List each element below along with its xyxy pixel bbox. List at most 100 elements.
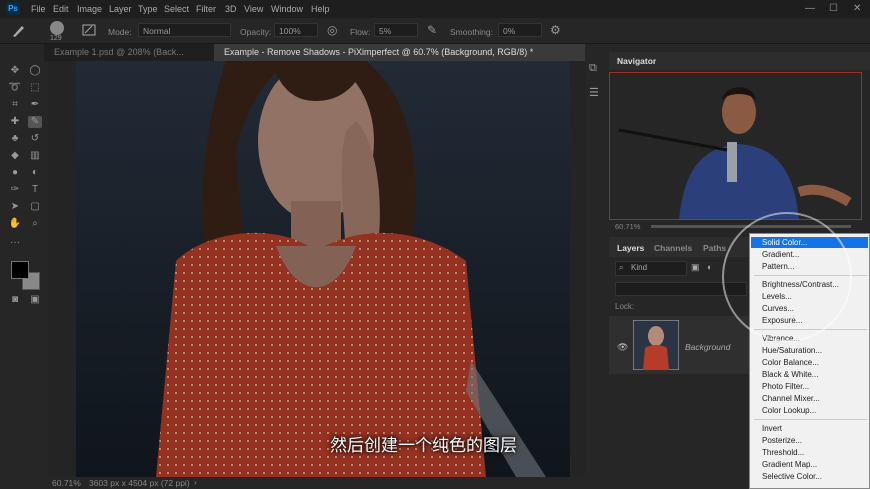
tab-paths[interactable]: Paths <box>703 243 726 253</box>
zoom-level[interactable]: 60.71% <box>52 478 81 488</box>
menu-item-exposure[interactable]: Exposure... <box>762 316 802 325</box>
menu-window[interactable]: Window <box>271 4 303 14</box>
tab-example-1[interactable]: Example 1.psd @ 208% (Back... <box>44 44 214 61</box>
maximize-icon[interactable]: ☐ <box>829 3 838 14</box>
navigator-tab[interactable]: Navigator <box>617 56 656 66</box>
tools-panel: ✥ ◯ ➰ ⬚ ⌗ ✒ ✚ ✎ ♣ ↺ ◆ ▥ ● ◐ ✑ T ➤ ▢ ✋ ⌕ … <box>0 61 48 305</box>
more-tools-icon[interactable]: ··· <box>8 237 22 249</box>
clone-stamp-tool-icon[interactable]: ♣ <box>8 133 22 145</box>
menu-item-threshold[interactable]: Threshold... <box>762 448 804 457</box>
brush-size: 129 <box>50 35 62 42</box>
menu-item-solid-color[interactable]: Solid Color... <box>762 238 807 247</box>
menu-item-posterize[interactable]: Posterize... <box>762 436 802 445</box>
document-canvas[interactable] <box>76 61 570 477</box>
opacity-field[interactable]: 100% <box>274 23 318 37</box>
menu-item-gradient[interactable]: Gradient... <box>762 250 799 259</box>
woman-photo-image <box>76 61 570 477</box>
presenter-preview-image <box>609 72 862 220</box>
menu-item-pattern[interactable]: Pattern... <box>762 262 794 271</box>
properties-panel-icon[interactable]: ☰ <box>589 86 599 99</box>
pen-tool-icon[interactable]: ✑ <box>8 184 22 196</box>
smoothing-label: Smoothing: <box>450 27 493 37</box>
layer-row-background[interactable]: 👁 Background <box>609 316 749 374</box>
gear-icon[interactable]: ⚙ <box>550 23 561 37</box>
path-select-tool-icon[interactable]: ➤ <box>8 201 22 213</box>
menu-separator <box>754 275 867 276</box>
foreground-color-swatch[interactable] <box>11 261 29 279</box>
flow-field[interactable]: 5% <box>374 23 418 37</box>
menu-view[interactable]: View <box>244 4 263 14</box>
brush-tool-icon[interactable] <box>10 23 26 37</box>
menu-item-hue-saturation[interactable]: Hue/Saturation... <box>762 346 822 355</box>
menu-item-curves[interactable]: Curves... <box>762 304 794 313</box>
menu-item-vibrance[interactable]: Vibrance... <box>762 334 800 343</box>
screen-mode-icon[interactable]: ▣ <box>28 294 42 306</box>
photoshop-logo-icon: Ps <box>6 2 20 15</box>
search-icon: ⌕ <box>619 263 624 272</box>
mode-select[interactable]: Normal <box>138 23 231 37</box>
brush-tool-icon[interactable]: ✎ <box>28 116 42 128</box>
brush-preview-icon[interactable] <box>50 21 64 35</box>
blur-tool-icon[interactable]: ● <box>8 167 22 179</box>
menu-3d[interactable]: 3D <box>225 4 237 14</box>
menu-edit[interactable]: Edit <box>53 4 69 14</box>
layer-name[interactable]: Background <box>685 342 730 352</box>
layer-thumbnail <box>633 320 679 370</box>
menu-item-color-balance[interactable]: Color Balance... <box>762 358 819 367</box>
document-tab-bar: Example 1.psd @ 208% (Back... Example - … <box>44 44 604 61</box>
menu-filter[interactable]: Filter <box>196 4 216 14</box>
lasso-tool-icon[interactable]: ➰ <box>8 82 22 94</box>
navigator-preview[interactable] <box>609 72 862 220</box>
layer-filter-select[interactable]: ⌕ Kind <box>615 261 687 276</box>
menu-layer[interactable]: Layer <box>109 4 132 14</box>
menu-item-color-lookup[interactable]: Color Lookup... <box>762 406 816 415</box>
blend-mode-select[interactable] <box>615 282 747 296</box>
close-icon[interactable]: ✕ <box>853 3 861 14</box>
object-select-tool-icon[interactable]: ⬚ <box>28 82 42 94</box>
status-menu-icon[interactable]: › <box>194 477 197 487</box>
hand-tool-icon[interactable]: ✋ <box>8 218 22 230</box>
menu-item-gradient-map[interactable]: Gradient Map... <box>762 460 817 469</box>
smoothing-field[interactable]: 0% <box>498 23 542 37</box>
tab-layers[interactable]: Layers <box>617 243 644 253</box>
adjustment-layer-menu: Solid Color... Gradient... Pattern... Br… <box>749 233 870 489</box>
visibility-eye-icon[interactable]: 👁 <box>617 342 628 353</box>
eraser-tool-icon[interactable]: ◆ <box>8 150 22 162</box>
brush-settings-icon[interactable] <box>82 23 96 37</box>
menu-type[interactable]: Type <box>138 4 158 14</box>
menu-item-levels[interactable]: Levels... <box>762 292 792 301</box>
history-panel-icon[interactable]: ⧉ <box>589 62 597 75</box>
move-tool-icon[interactable]: ✥ <box>8 65 22 77</box>
crop-tool-icon[interactable]: ⌗ <box>8 99 22 111</box>
menu-image[interactable]: Image <box>77 4 102 14</box>
zoom-tool-icon[interactable]: ⌕ <box>28 218 42 230</box>
eyedropper-tool-icon[interactable]: ✒ <box>28 99 42 111</box>
menu-item-photo-filter[interactable]: Photo Filter... <box>762 382 809 391</box>
tab-channels[interactable]: Channels <box>654 243 692 253</box>
navigator-zoom[interactable]: 60.71% <box>615 222 640 231</box>
menu-item-invert[interactable]: Invert <box>762 424 782 433</box>
menu-item-channel-mixer[interactable]: Channel Mixer... <box>762 394 820 403</box>
type-tool-icon[interactable]: T <box>28 184 42 196</box>
menu-item-brightness-contrast[interactable]: Brightness/Contrast... <box>762 280 839 289</box>
filter-adjustment-icon[interactable]: ◐ <box>707 262 712 272</box>
tab-remove-shadows[interactable]: Example - Remove Shadows - PiXimperfect … <box>214 44 604 61</box>
menu-help[interactable]: Help <box>311 4 330 14</box>
minimize-icon[interactable]: — <box>805 3 815 14</box>
gradient-tool-icon[interactable]: ▥ <box>28 150 42 162</box>
quick-mask-icon[interactable]: ◙ <box>8 294 22 306</box>
menu-select[interactable]: Select <box>164 4 189 14</box>
menu-item-black-white[interactable]: Black & White... <box>762 370 818 379</box>
shape-tool-icon[interactable]: ▢ <box>28 201 42 213</box>
video-subtitle: 然后创建一个纯色的图层 <box>330 436 517 456</box>
menu-item-selective-color[interactable]: Selective Color... <box>762 472 822 481</box>
healing-brush-tool-icon[interactable]: ✚ <box>8 116 22 128</box>
airbrush-icon[interactable]: ✎ <box>427 23 437 37</box>
navigator-zoom-slider[interactable] <box>651 225 851 228</box>
filter-pixel-icon[interactable]: ▣ <box>691 262 700 273</box>
history-brush-tool-icon[interactable]: ↺ <box>28 133 42 145</box>
marquee-tool-icon[interactable]: ◯ <box>28 65 42 77</box>
pressure-opacity-icon[interactable]: ◎ <box>327 23 337 37</box>
menu-file[interactable]: File <box>31 4 46 14</box>
dodge-tool-icon[interactable]: ◐ <box>28 167 42 179</box>
